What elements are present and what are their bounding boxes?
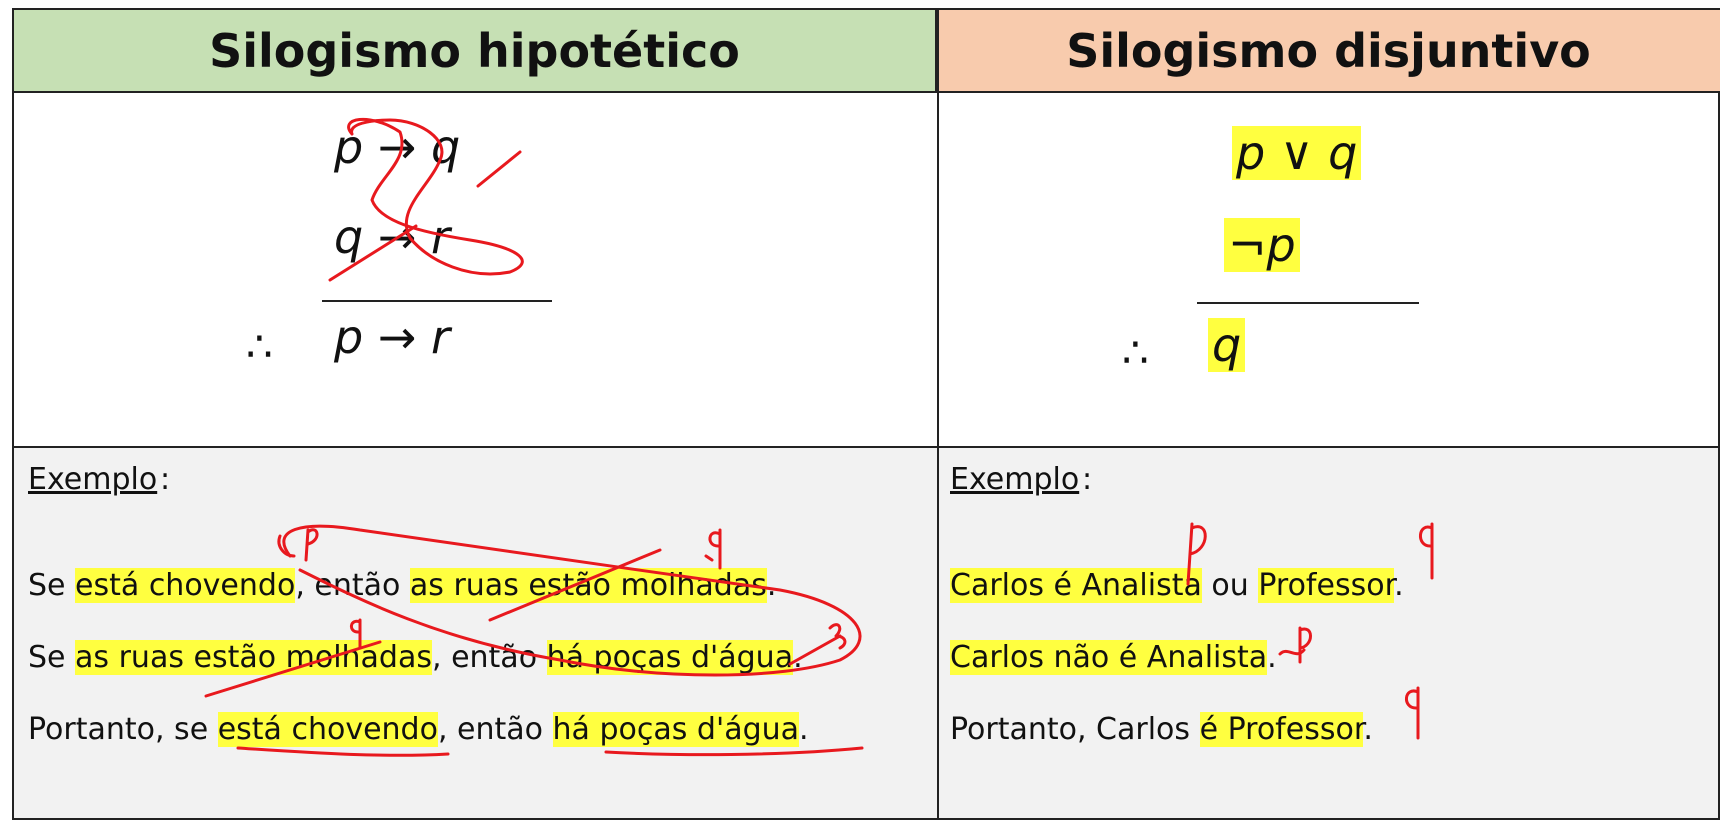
right-example-label: Exemplo [950,462,1080,497]
left-rule-line [322,300,552,302]
left-therefore: ∴ [246,322,273,371]
examples-row [14,448,1718,818]
right-conclusion: q [1208,318,1246,372]
left-example-label: Exemplo [28,462,158,497]
right-premise-1: p ∨ q [1232,126,1362,180]
header-disjunctive: Silogismo disjuntivo [937,10,1720,93]
right-premise-2: ¬p [1224,218,1300,272]
right-example-line-1: Carlos é Analista ou Professor. [950,568,1404,603]
left-example-line-3: Portanto, se está chovendo, então há poç… [28,712,809,747]
row-divider [14,446,1718,448]
left-premise-2: q → r [334,210,450,264]
right-premise-1-text: p ∨ q [1232,126,1362,180]
left-premise-1: p → q [334,120,461,174]
left-example-line-2: Se as ruas estão molhadas, então há poça… [28,640,803,675]
syllogism-table: Silogismo hipotético Silogismo disjuntiv… [12,8,1720,820]
column-divider [937,10,939,818]
right-example-line-3: Portanto, Carlos é Professor. [950,712,1373,747]
right-rule-line [1197,302,1419,304]
right-example-line-2: Carlos não é Analista. [950,640,1277,675]
left-example-colon: : [160,462,171,497]
right-example-colon: : [1082,462,1093,497]
left-example-line-1: Se está chovendo, então as ruas estão mo… [28,568,777,603]
right-premise-2-text: ¬p [1224,218,1300,272]
right-therefore: ∴ [1122,328,1149,377]
left-conclusion: p → r [334,310,450,364]
right-conclusion-text: q [1208,318,1246,372]
header-hypothetical: Silogismo hipotético [14,10,937,93]
